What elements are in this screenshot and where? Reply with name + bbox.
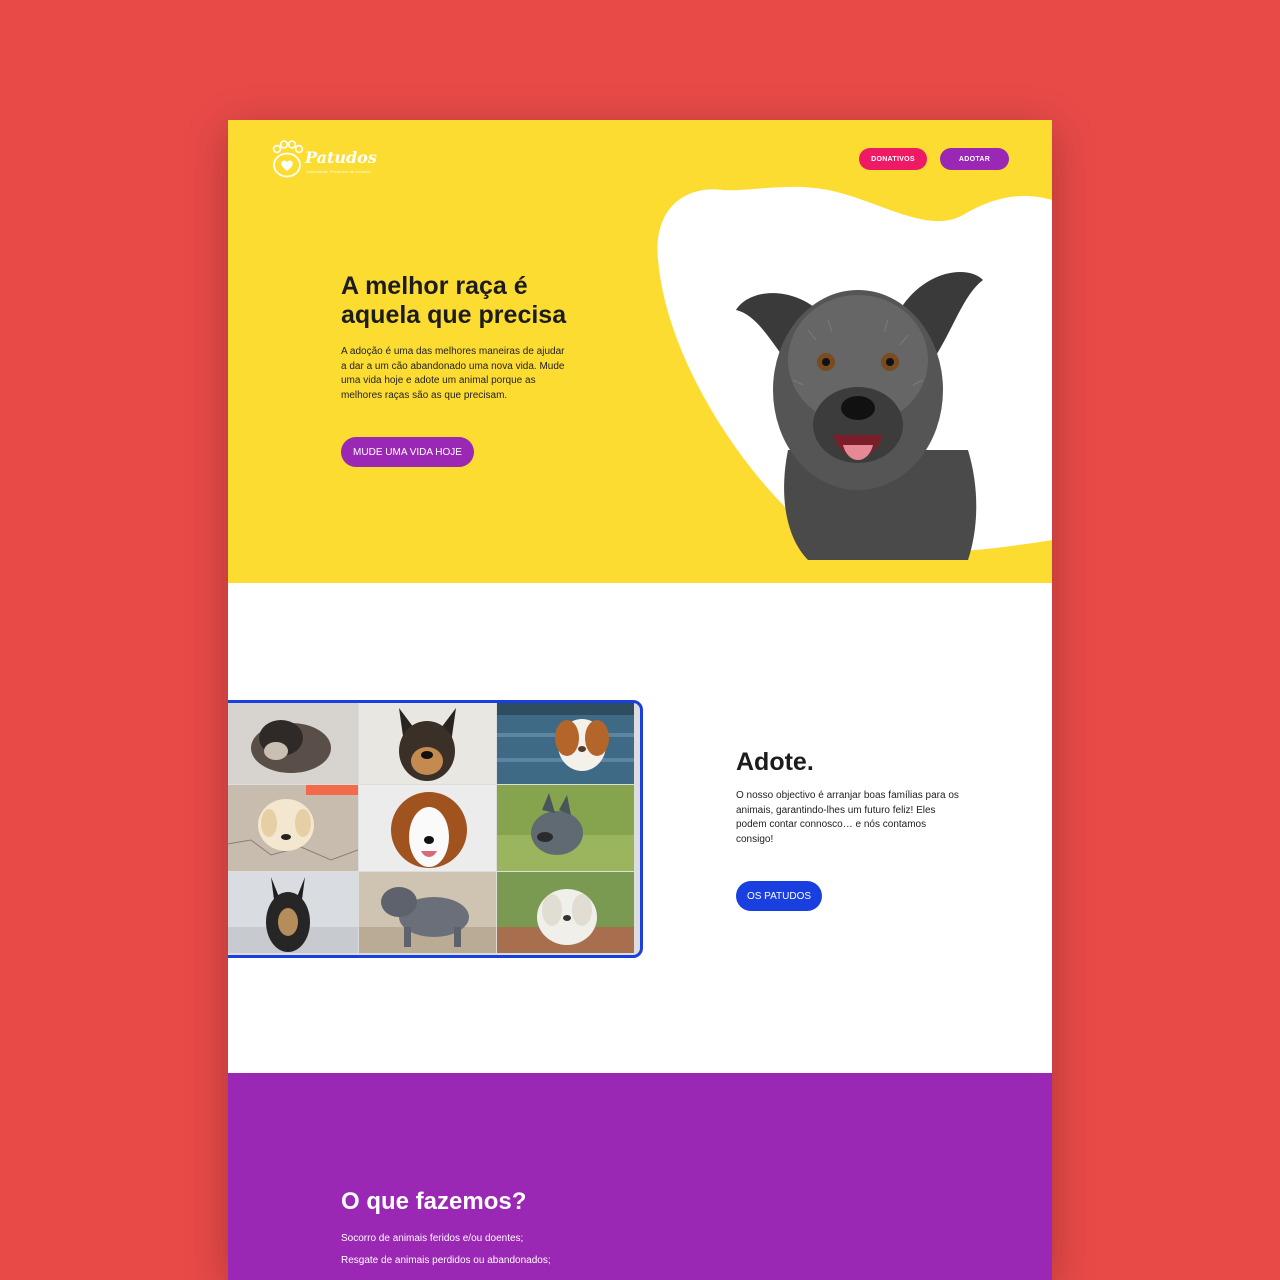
os-patudos-button[interactable]: OS PATUDOS xyxy=(736,881,822,911)
hero-title: A melhor raça é aquela que precisa xyxy=(341,272,601,330)
dog-photo-grid[interactable] xyxy=(228,700,643,958)
hero-section: Patudos Associação Protetora de Animais … xyxy=(228,120,1052,583)
paw-heart-icon xyxy=(272,140,304,178)
dog-photo-tile[interactable] xyxy=(497,785,634,871)
adopt-section: Adote. O nosso objectivo é arranjar boas… xyxy=(228,583,1052,1073)
dog-photo-tile[interactable] xyxy=(359,872,496,953)
dog-photo-tile[interactable] xyxy=(228,703,358,784)
dog-photo-tile[interactable] xyxy=(359,703,496,784)
hero-title-line2: aquela que precisa xyxy=(341,301,567,329)
what-we-do-title: O que fazemos? xyxy=(341,1188,527,1215)
what-we-do-list: Socorro de animais feridos e/ou doentes;… xyxy=(341,1232,551,1276)
hero-title-line1: A melhor raça é xyxy=(341,272,528,300)
logo[interactable]: Patudos Associação Protetora de Animais xyxy=(270,140,380,180)
adopt-description: O nosso objectivo é arranjar boas famíli… xyxy=(736,790,959,845)
hero-description: A adoção é uma das melhores maneiras de … xyxy=(341,346,565,401)
what-we-do-section: O que fazemos? Socorro de animais ferido… xyxy=(228,1073,1052,1280)
brand-tagline: Associação Protetora de Animais xyxy=(306,169,371,174)
landing-page: Patudos Associação Protetora de Animais … xyxy=(228,120,1052,1280)
list-item: Resgate de animais perdidos ou abandonad… xyxy=(341,1255,551,1266)
list-item: Socorro de animais feridos e/ou doentes; xyxy=(341,1233,524,1244)
adopt-title: Adote. xyxy=(736,748,814,776)
donativos-button[interactable]: DONATIVOS xyxy=(859,148,927,170)
dog-photo-tile[interactable] xyxy=(497,703,634,784)
dog-photo-tile[interactable] xyxy=(228,785,358,871)
adotar-button[interactable]: ADOTAR xyxy=(940,148,1009,170)
brand-name: Patudos xyxy=(305,148,377,167)
hero-dog-image xyxy=(736,272,983,560)
dog-photo-tile[interactable] xyxy=(228,872,358,953)
dog-photo-tile[interactable] xyxy=(359,785,496,871)
mude-uma-vida-button[interactable]: MUDE UMA VIDA HOJE xyxy=(341,437,474,467)
dog-photo-tile[interactable] xyxy=(497,872,634,953)
